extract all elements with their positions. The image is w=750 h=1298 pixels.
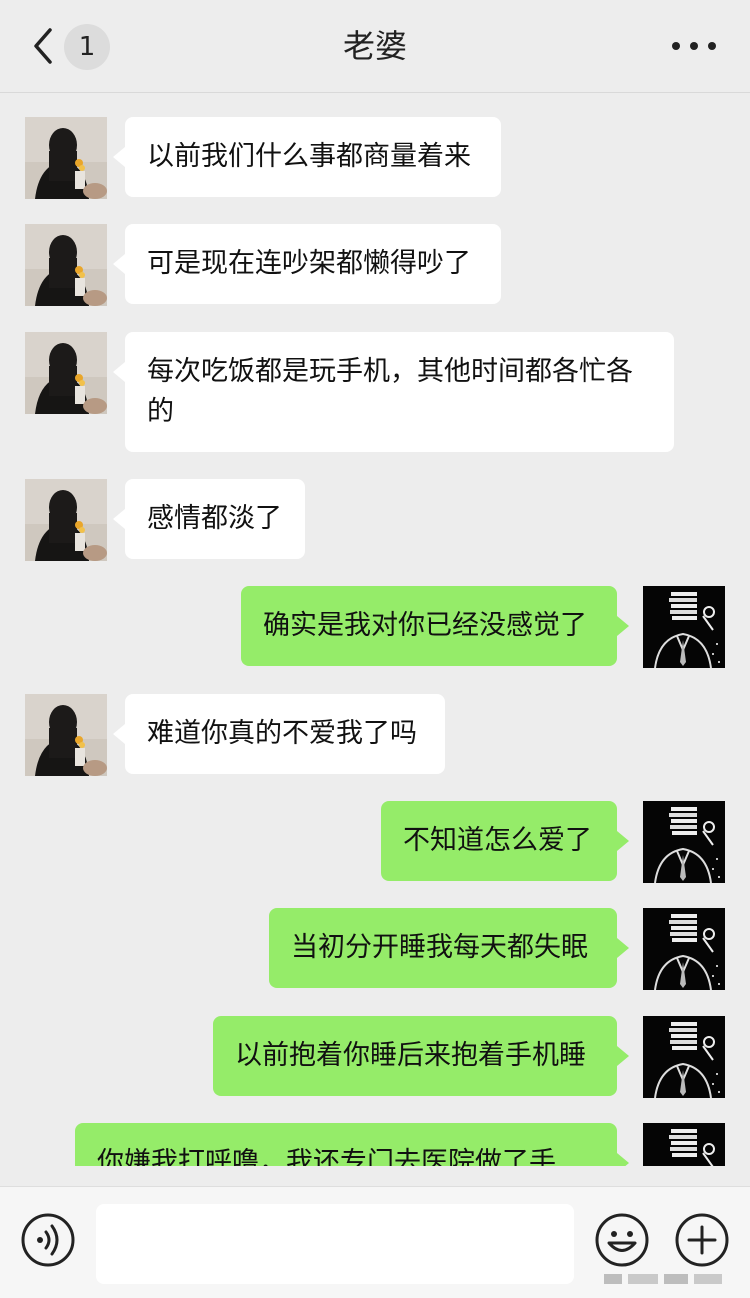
message-text: 你嫌我打呼噜，我还专门去医院做了手: [97, 1147, 556, 1166]
my-avatar[interactable]: [643, 586, 725, 668]
more-dots-icon: [672, 42, 680, 50]
contact-avatar[interactable]: [25, 224, 107, 306]
unread-count-badge[interactable]: 1: [64, 24, 110, 70]
message-bubble[interactable]: 你嫌我打呼噜，我还专门去医院做了手: [75, 1123, 629, 1166]
message-list[interactable]: 以前我们什么事都商量着来 可是现在连吵架都懒得吵了 每次吃饭都是玩手机，其他时间…: [0, 93, 750, 1166]
message-text: 每次吃饭都是玩手机，其他时间都各忙各的: [147, 356, 633, 427]
voice-icon: [21, 1213, 75, 1267]
message-bubble[interactable]: 感情都淡了: [113, 479, 305, 559]
message-text: 确实是我对你已经没感觉了: [263, 610, 587, 641]
contact-avatar[interactable]: [25, 332, 107, 414]
message-bubble[interactable]: 不知道怎么爱了: [381, 801, 629, 881]
message-text: 难道你真的不爱我了吗: [147, 718, 417, 749]
page-title: 老婆: [342, 27, 407, 65]
plus-icon: [675, 1213, 729, 1267]
more-functions-button[interactable]: [674, 1212, 730, 1268]
emoji-button[interactable]: [594, 1212, 650, 1268]
message-input[interactable]: [96, 1204, 574, 1284]
message-text: 以前我们什么事都商量着来: [147, 141, 471, 172]
message-bubble[interactable]: 确实是我对你已经没感觉了: [241, 586, 629, 666]
back-button[interactable]: [28, 24, 68, 68]
message-bubble[interactable]: 每次吃饭都是玩手机，其他时间都各忙各的: [113, 332, 674, 452]
voice-button[interactable]: [20, 1212, 76, 1268]
watermark: [604, 1271, 724, 1291]
avatar-woman-image: [25, 224, 107, 306]
avatar-woman-image: [25, 117, 107, 199]
emoji-icon: [595, 1213, 649, 1267]
avatar-man-image: [643, 801, 725, 883]
avatar-man-image: [643, 1123, 725, 1166]
message-text: 可是现在连吵架都懒得吵了: [147, 248, 471, 279]
message-text: 以前抱着你睡后来抱着手机睡: [235, 1040, 586, 1071]
my-avatar[interactable]: [643, 1123, 725, 1166]
avatar-woman-image: [25, 694, 107, 776]
contact-avatar[interactable]: [25, 479, 107, 561]
more-button[interactable]: [672, 36, 716, 56]
message-bubble[interactable]: 以前抱着你睡后来抱着手机睡: [213, 1016, 629, 1096]
avatar-man-image: [643, 1016, 725, 1098]
chat-header: 1 老婆: [0, 0, 750, 93]
message-bubble[interactable]: 难道你真的不爱我了吗: [113, 694, 445, 774]
my-avatar[interactable]: [643, 908, 725, 990]
avatar-man-image: [643, 908, 725, 990]
message-bubble[interactable]: 当初分开睡我每天都失眠: [269, 908, 629, 988]
chevron-left-icon: [34, 28, 52, 64]
message-text: 不知道怎么爱了: [403, 825, 592, 856]
my-avatar[interactable]: [643, 1016, 725, 1098]
input-bar: [0, 1186, 750, 1298]
avatar-woman-image: [25, 479, 107, 561]
my-avatar[interactable]: [643, 801, 725, 883]
message-bubble[interactable]: 以前我们什么事都商量着来: [113, 117, 501, 197]
message-bubble[interactable]: 可是现在连吵架都懒得吵了: [113, 224, 501, 304]
message-text: 感情都淡了: [147, 503, 282, 534]
avatar-woman-image: [25, 332, 107, 414]
message-text: 当初分开睡我每天都失眠: [291, 932, 588, 963]
contact-avatar[interactable]: [25, 694, 107, 776]
contact-avatar[interactable]: [25, 117, 107, 199]
avatar-man-image: [643, 586, 725, 668]
